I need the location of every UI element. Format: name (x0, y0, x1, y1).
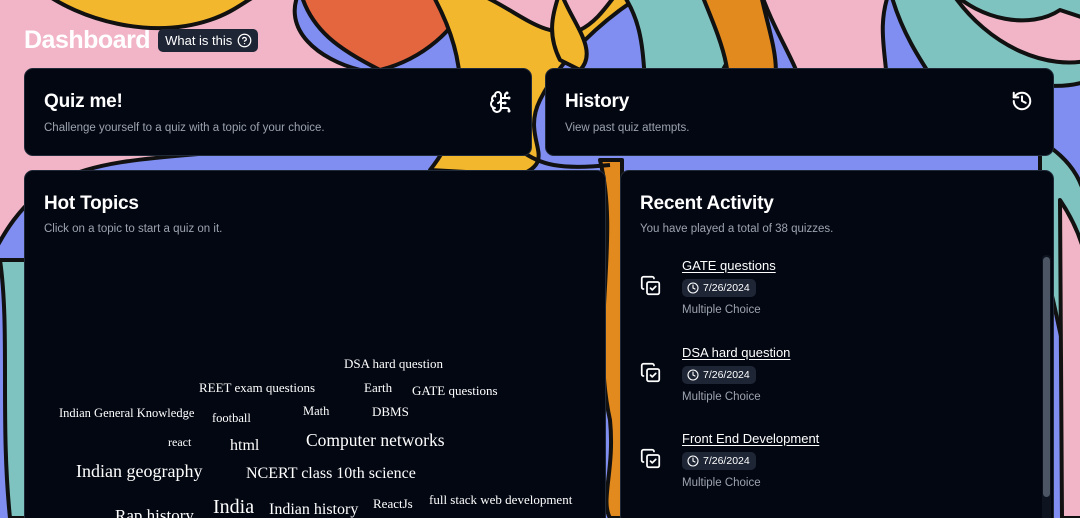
activity-type: Multiple Choice (682, 390, 761, 403)
brain-circuit-icon (490, 91, 511, 113)
quiz-card-subtitle: Challenge yourself to a quiz with a topi… (44, 122, 325, 134)
activity-topic-link[interactable]: Front End Development (682, 431, 819, 446)
topic-word-cloud: DSA hard question REET exam questions Ea… (25, 171, 605, 518)
page-header: Dashboard What is this (24, 26, 259, 55)
activity-list: GATE questions 7/26/2024 Multiple Choice… (621, 251, 1041, 511)
topic-word[interactable]: India (213, 496, 254, 518)
page-title: Dashboard (24, 26, 151, 54)
recent-activity-title: Recent Activity (640, 193, 774, 214)
activity-date: 7/26/2024 (703, 368, 750, 381)
topic-word[interactable]: Earth (364, 380, 392, 396)
help-label: What is this (165, 33, 233, 48)
history-icon (1012, 91, 1032, 111)
activity-topic-link[interactable]: GATE questions (682, 258, 776, 273)
topic-word[interactable]: REET exam questions (199, 380, 315, 396)
hot-topics-card: Hot Topics Click on a topic to start a q… (24, 170, 606, 518)
quiz-me-card[interactable]: Quiz me! Challenge yourself to a quiz wi… (24, 68, 532, 156)
history-card-subtitle: View past quiz attempts. (565, 122, 690, 134)
topic-word[interactable]: Math (303, 404, 329, 419)
activity-item: Front End Development 7/26/2024 Multiple… (621, 424, 1041, 511)
topic-word[interactable]: NCERT class 10th science (246, 465, 416, 483)
topic-word[interactable]: full stack web development (429, 492, 572, 508)
activity-date: 7/26/2024 (703, 282, 750, 294)
topic-word[interactable]: Computer networks (306, 430, 445, 451)
what-is-this-button[interactable]: What is this (158, 29, 259, 52)
clock-icon (687, 368, 699, 381)
recent-activity-card: Recent Activity You have played a total … (620, 170, 1054, 518)
clock-icon (687, 455, 699, 467)
activity-item: GATE questions 7/26/2024 Multiple Choice (621, 251, 1041, 338)
topic-word[interactable]: Rap history (115, 506, 194, 518)
topic-word[interactable]: Indian General Knowledge (59, 406, 194, 421)
topic-word[interactable]: ReactJs (373, 496, 413, 512)
date-badge: 7/26/2024 (682, 452, 756, 470)
date-badge: 7/26/2024 (682, 365, 756, 384)
topic-word[interactable]: Indian history (269, 501, 358, 518)
copy-check-icon (640, 362, 661, 382)
history-card-title: History (565, 91, 630, 112)
topic-word[interactable]: Indian geography (76, 461, 202, 482)
clock-icon (687, 282, 699, 294)
date-badge: 7/26/2024 (682, 279, 756, 297)
topic-word[interactable]: football (212, 411, 251, 426)
copy-check-icon (640, 275, 661, 296)
topic-word[interactable]: GATE questions (412, 383, 498, 399)
activity-topic-link[interactable]: DSA hard question (682, 345, 790, 360)
activity-type: Multiple Choice (682, 304, 761, 316)
topic-word[interactable]: DBMS (372, 404, 409, 420)
activity-type: Multiple Choice (682, 477, 761, 489)
history-card[interactable]: History View past quiz attempts. (545, 68, 1054, 156)
copy-check-icon (640, 448, 661, 469)
recent-activity-subtitle: You have played a total of 38 quizzes. (640, 223, 834, 235)
scrollbar-thumb[interactable] (1043, 257, 1050, 497)
topic-word[interactable]: react (168, 435, 191, 450)
activity-scrollbar[interactable] (1042, 255, 1051, 518)
activity-item: DSA hard question 7/26/2024 Multiple Cho… (621, 338, 1041, 425)
activity-date: 7/26/2024 (703, 455, 750, 467)
topic-word[interactable]: DSA hard question (344, 356, 443, 372)
topic-word[interactable]: html (230, 437, 259, 455)
quiz-card-title: Quiz me! (44, 91, 123, 112)
help-circle-icon (237, 33, 252, 48)
